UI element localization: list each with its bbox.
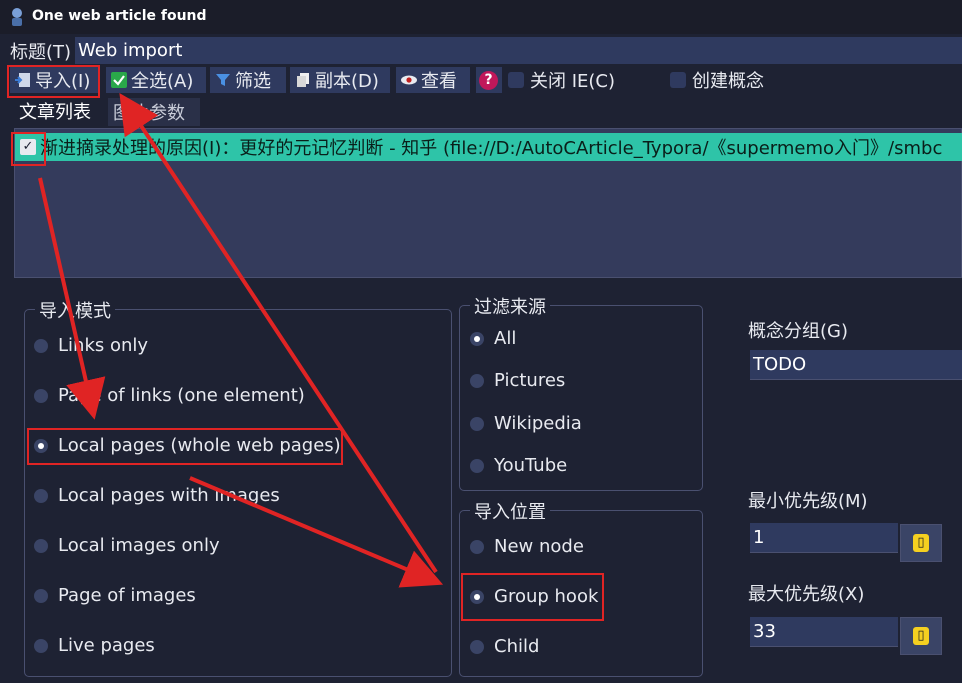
radio-label: Wikipedia bbox=[494, 413, 582, 434]
min-priority-field[interactable]: 1 bbox=[750, 523, 898, 553]
radio-label: YouTube bbox=[494, 455, 568, 476]
copy-icon bbox=[297, 73, 309, 87]
max-priority-value: 33 bbox=[753, 621, 776, 642]
radio-label: Local pages (whole web pages) bbox=[58, 435, 341, 456]
radio-page-of-images[interactable]: Page of images bbox=[34, 585, 196, 606]
create-concept-label: 创建概念 bbox=[692, 71, 764, 92]
radio-label: All bbox=[494, 328, 517, 349]
help-button[interactable]: ? bbox=[476, 67, 502, 93]
min-priority-lock-button[interactable]: ▯ bbox=[900, 524, 942, 562]
select-all-label: 全选(A) bbox=[131, 71, 194, 92]
radio-youtube[interactable]: YouTube bbox=[470, 455, 567, 476]
radio-indicator bbox=[34, 338, 48, 353]
import-location-title: 导入位置 bbox=[470, 498, 550, 524]
radio-label: Links only bbox=[58, 335, 149, 356]
radio-indicator bbox=[34, 388, 48, 403]
radio-page-of-links[interactable]: Page of links (one element) bbox=[34, 385, 305, 406]
check-icon bbox=[111, 72, 127, 88]
title-input-value: Web import bbox=[78, 40, 183, 61]
close-ie-checkbox[interactable] bbox=[508, 72, 524, 88]
tab-image-params[interactable]: 图片参数 bbox=[108, 98, 200, 126]
filter-source-title: 过滤来源 bbox=[470, 293, 550, 319]
radio-all[interactable]: All bbox=[470, 328, 516, 349]
import-mode-title: 导入模式 bbox=[35, 297, 115, 323]
copy-label: 副本(D) bbox=[315, 71, 379, 92]
filter-icon bbox=[216, 74, 230, 86]
radio-label: New node bbox=[494, 536, 584, 557]
list-item-text: 渐进摘录处理的原因(I)：更好的元记忆判断 - 知乎 (file://D:/Au… bbox=[40, 138, 943, 159]
article-list: ✓ 渐进摘录处理的原因(I)：更好的元记忆判断 - 知乎 (file://D:/… bbox=[14, 128, 962, 278]
radio-label: Pictures bbox=[494, 370, 566, 391]
tab-article-list[interactable]: 文章列表 bbox=[14, 98, 106, 126]
radio-indicator bbox=[470, 539, 484, 554]
radio-indicator-selected bbox=[34, 438, 48, 453]
view-button[interactable]: 查看 bbox=[396, 67, 470, 93]
radio-indicator-selected bbox=[470, 589, 484, 604]
concept-group-field[interactable]: TODO bbox=[750, 350, 962, 380]
title-input[interactable]: Web import bbox=[75, 37, 962, 64]
radio-label: Live pages bbox=[58, 635, 155, 656]
radio-local-pages-images[interactable]: Local pages with images bbox=[34, 485, 280, 506]
radio-label: Local images only bbox=[58, 535, 220, 556]
max-priority-field[interactable]: 33 bbox=[750, 617, 898, 647]
max-priority-lock-button[interactable]: ▯ bbox=[900, 617, 942, 655]
eye-icon bbox=[401, 75, 417, 85]
radio-label: Group hook bbox=[494, 586, 599, 607]
import-button[interactable]: 导入(I) bbox=[10, 67, 98, 93]
radio-indicator bbox=[470, 416, 484, 431]
list-item-checkbox[interactable]: ✓ bbox=[20, 139, 36, 155]
min-priority-label: 最小优先级(M) bbox=[748, 491, 868, 512]
max-priority-label: 最大优先级(X) bbox=[748, 584, 865, 605]
create-concept-toggle[interactable]: 创建概念 bbox=[666, 67, 806, 93]
radio-wikipedia[interactable]: Wikipedia bbox=[470, 413, 582, 434]
radio-indicator bbox=[34, 488, 48, 503]
radio-local-images-only[interactable]: Local images only bbox=[34, 535, 220, 556]
window-title: One web article found bbox=[32, 8, 207, 24]
help-icon: ? bbox=[479, 70, 498, 90]
radio-label: Local pages with images bbox=[58, 485, 280, 506]
list-item[interactable]: ✓ 渐进摘录处理的原因(I)：更好的元记忆判断 - 知乎 (file://D:/… bbox=[15, 133, 962, 161]
radio-links-only[interactable]: Links only bbox=[34, 335, 148, 356]
radio-label: Child bbox=[494, 636, 540, 657]
close-ie-toggle[interactable]: 关闭 IE(C) bbox=[504, 67, 644, 93]
concept-group-value: TODO bbox=[753, 354, 807, 375]
app-icon bbox=[12, 8, 22, 26]
lock-icon: ▯ bbox=[913, 627, 929, 645]
import-label: 导入(I) bbox=[35, 71, 91, 92]
radio-local-pages[interactable]: Local pages (whole web pages) bbox=[34, 435, 341, 456]
radio-label: Page of links (one element) bbox=[58, 385, 305, 406]
close-ie-label: 关闭 IE(C) bbox=[530, 71, 616, 92]
radio-pictures[interactable]: Pictures bbox=[470, 370, 565, 391]
title-label: 标题(T) bbox=[10, 42, 72, 63]
radio-indicator bbox=[470, 639, 484, 654]
radio-indicator bbox=[470, 373, 484, 388]
radio-indicator bbox=[34, 638, 48, 653]
filter-button[interactable]: 筛选 bbox=[210, 67, 286, 93]
import-icon bbox=[15, 73, 30, 87]
radio-live-pages[interactable]: Live pages bbox=[34, 635, 155, 656]
radio-label: Page of images bbox=[58, 585, 196, 606]
filter-label: 筛选 bbox=[235, 71, 271, 92]
view-label: 查看 bbox=[421, 71, 457, 92]
select-all-button[interactable]: 全选(A) bbox=[106, 67, 206, 93]
window-title-bar: One web article found bbox=[0, 0, 962, 34]
radio-child[interactable]: Child bbox=[470, 636, 539, 657]
min-priority-value: 1 bbox=[753, 527, 765, 548]
lock-icon: ▯ bbox=[913, 534, 929, 552]
concept-group-label: 概念分组(G) bbox=[748, 321, 848, 342]
radio-indicator bbox=[34, 538, 48, 553]
toolbar: 导入(I) 全选(A) 筛选 副本(D) 查看 ? 关闭 IE(C) 创建概念 bbox=[0, 66, 962, 96]
radio-indicator-selected bbox=[470, 331, 484, 346]
radio-indicator bbox=[34, 588, 48, 603]
radio-new-node[interactable]: New node bbox=[470, 536, 584, 557]
radio-group-hook[interactable]: Group hook bbox=[470, 586, 598, 607]
create-concept-checkbox[interactable] bbox=[670, 72, 686, 88]
radio-indicator bbox=[470, 458, 484, 473]
copy-button[interactable]: 副本(D) bbox=[290, 67, 390, 93]
